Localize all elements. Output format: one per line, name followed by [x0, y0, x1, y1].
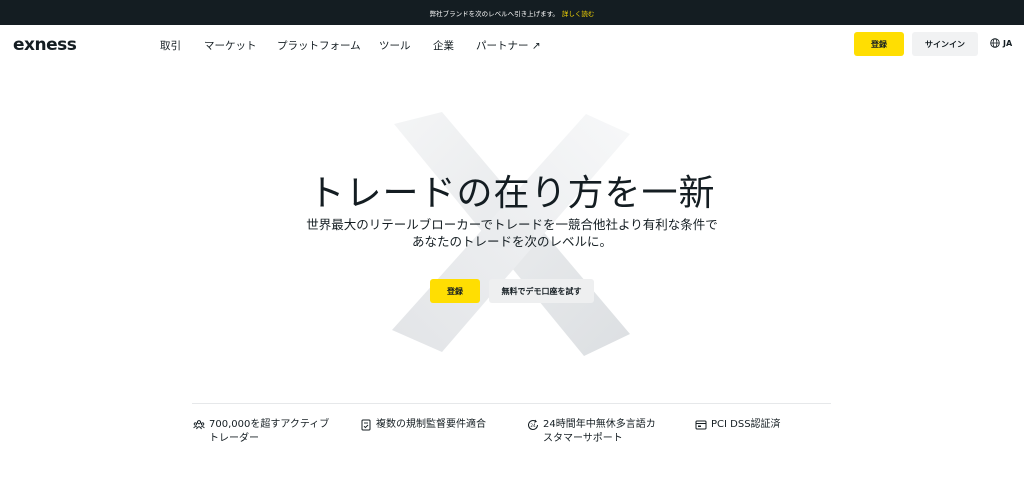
- feature-text: 複数の規制監督要件適合: [376, 419, 486, 430]
- top-nav: exness 取引 マーケット プラットフォーム ツール 企業 パートナー ↗ …: [0, 25, 1024, 65]
- feature-text: 700,000を超すアクティブ トレーダー: [209, 419, 330, 444]
- nav-item-platforms[interactable]: プラットフォーム: [277, 38, 361, 53]
- support-24-icon: 24: [528, 419, 539, 431]
- announcement-bar: 弊社ブランドを次のレベルへ引き上げます。 詳しく読む: [0, 0, 1024, 25]
- nav-item-tools[interactable]: ツール: [379, 38, 411, 53]
- svg-text:24: 24: [530, 423, 536, 428]
- nav-item-trading[interactable]: 取引: [160, 38, 181, 53]
- language-code: JA: [1003, 38, 1013, 48]
- announcement-text: 弊社ブランドを次のレベルへ引き上げます。: [429, 9, 559, 18]
- nav-item-markets[interactable]: マーケット: [204, 38, 257, 53]
- feature-support: 24 24時間年中無休多言語カ スタマーサポート: [527, 418, 656, 446]
- announcement-link[interactable]: 詳しく読む: [562, 8, 595, 18]
- signin-button[interactable]: サインイン: [912, 32, 978, 56]
- feature-active-traders: 700,000を超すアクティブ トレーダー: [193, 418, 329, 446]
- document-check-icon: [361, 419, 371, 431]
- language-selector[interactable]: JA: [990, 38, 1012, 48]
- hero-signup-button[interactable]: 登録: [430, 279, 480, 303]
- hero-subtitle: 世界最大のリテールブローカーでトレードを一競合他社より有利な条件であなたのトレー…: [306, 217, 718, 249]
- globe-icon: [990, 38, 1000, 48]
- exness-logo[interactable]: exness: [13, 35, 77, 55]
- features-divider: [192, 403, 831, 404]
- nav-item-partners[interactable]: パートナー ↗: [476, 38, 541, 53]
- feature-text: 24時間年中無休多言語カ スタマーサポート: [543, 419, 656, 444]
- hero-title: トレードの在り方を一新: [308, 173, 716, 214]
- nav-item-company[interactable]: 企業: [433, 38, 454, 53]
- feature-regulation: 複数の規制監督要件適合: [360, 418, 486, 432]
- feature-text: PCI DSS認証済: [711, 419, 781, 430]
- demo-account-button[interactable]: 無料でデモ口座を試す: [489, 279, 594, 303]
- signup-button[interactable]: 登録: [854, 32, 904, 56]
- shield-card-icon: [695, 420, 707, 430]
- feature-pci-dss: PCI DSS認証済: [695, 418, 781, 432]
- users-icon: [193, 420, 205, 430]
